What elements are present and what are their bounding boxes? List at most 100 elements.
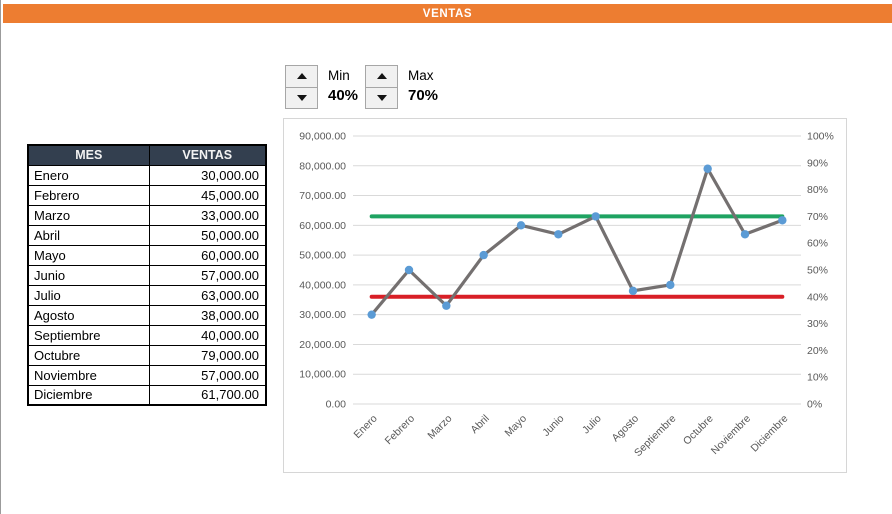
data-point-marker [479, 250, 488, 260]
data-point-marker [404, 265, 414, 275]
data-point-marker [703, 164, 712, 173]
right-axis-tick-label: 50% [807, 265, 828, 277]
left-axis-tick-label: 50,000.00 [299, 250, 346, 262]
sales-value-cell[interactable]: 63,000.00 [148, 284, 267, 306]
data-point-marker [740, 230, 750, 239]
table-row: Agosto 38,000.00 [27, 304, 267, 326]
data-point-marker [666, 280, 675, 290]
table-row: Enero 30,000.00 [27, 164, 267, 186]
right-axis-tick-label: 10% [807, 372, 828, 384]
table-row: Octubre 79,000.00 [27, 344, 267, 366]
month-cell[interactable]: Febrero [27, 184, 150, 206]
sales-chart[interactable]: 0.00 10,000.00 20,000.00 30,000.00 40,000.00… [283, 118, 847, 473]
month-cell[interactable]: Septiembre [27, 324, 150, 346]
down-arrow-icon [296, 94, 307, 101]
up-arrow-icon [296, 73, 307, 80]
month-cell[interactable]: Noviembre [27, 364, 150, 386]
sales-value-cell[interactable]: 45,000.00 [148, 184, 267, 206]
data-point-marker [554, 230, 563, 239]
right-axis-tick-label: 90% [807, 157, 828, 169]
table-row: Mayo 60,000.00 [27, 244, 267, 266]
line-chart-canvas: 0.00 10,000.00 20,000.00 30,000.00 40,000.00… [299, 131, 834, 460]
left-axis-tick-label: 10,000.00 [299, 369, 346, 381]
spreadsheet-screen: VENTAS Min 40% Max 70% MES VENTAS Enero … [0, 0, 892, 514]
left-axis-tick-label: 20,000.00 [299, 339, 346, 351]
table-row: Febrero 45,000.00 [27, 184, 267, 206]
x-axis-category-label: Marzo [425, 413, 454, 442]
right-axis-tick-label: 80% [807, 184, 828, 196]
x-axis-category-label: Abril [468, 413, 491, 436]
left-axis-tick-label: 90,000.00 [299, 131, 346, 143]
month-cell[interactable]: Junio [27, 264, 150, 286]
x-axis-category-label: Junio [540, 413, 566, 439]
sales-value-cell[interactable]: 57,000.00 [148, 264, 267, 286]
min-caption: Min [328, 68, 350, 83]
min-spinner-group: Min 40% [285, 65, 358, 109]
left-axis-tick-label: 40,000.00 [299, 279, 346, 291]
page-title: VENTAS [422, 7, 473, 20]
data-point-marker [516, 221, 526, 230]
max-labels: Max 70% [408, 65, 438, 109]
max-caption: Max [408, 68, 434, 83]
min-labels: Min 40% [328, 65, 358, 109]
right-axis-tick-label: 30% [807, 318, 828, 330]
x-axis-category-label: Diciembre [749, 413, 791, 455]
right-axis-tick-label: 60% [807, 238, 828, 250]
x-axis-category-label: Mayo [502, 413, 529, 440]
up-arrow-icon [376, 73, 387, 80]
right-axis-tick-label: 70% [807, 211, 828, 223]
sales-value-cell[interactable]: 60,000.00 [148, 244, 267, 266]
sales-value-cell[interactable]: 79,000.00 [148, 344, 267, 366]
x-axis-category-label: Agosto [610, 413, 642, 445]
x-axis-category-label: Noviembre [709, 413, 753, 457]
data-point-marker [628, 286, 638, 296]
max-spinner-down-button[interactable] [365, 86, 398, 109]
month-cell[interactable]: Enero [27, 164, 150, 186]
sales-value-cell[interactable]: 33,000.00 [148, 204, 267, 226]
sales-value-cell[interactable]: 50,000.00 [148, 224, 267, 246]
table-header-row: MES VENTAS [27, 144, 267, 166]
max-spinner-up-button[interactable] [365, 65, 398, 87]
month-column-header[interactable]: MES [27, 144, 150, 166]
table-row: Diciembre 61,700.00 [27, 384, 267, 406]
month-cell[interactable]: Mayo [27, 244, 150, 266]
sales-value-cell[interactable]: 38,000.00 [148, 304, 267, 326]
table-row: Julio 63,000.00 [27, 284, 267, 306]
data-point-marker [591, 212, 600, 221]
left-axis-tick-label: 60,000.00 [299, 220, 346, 232]
min-spinner-down-button[interactable] [285, 86, 318, 109]
sales-value-cell[interactable]: 61,700.00 [148, 384, 267, 406]
sales-column-header[interactable]: VENTAS [148, 144, 267, 166]
sales-value-cell[interactable]: 40,000.00 [148, 324, 267, 346]
min-value: 40% [328, 87, 359, 104]
min-spinner [285, 65, 318, 109]
min-spinner-up-button[interactable] [285, 65, 318, 87]
right-axis-tick-label: 40% [807, 291, 828, 303]
max-spinner-group: Max 70% [365, 65, 438, 109]
table-row: Septiembre 40,000.00 [27, 324, 267, 346]
left-axis-tick-label: 80,000.00 [299, 160, 346, 172]
x-axis-category-label: Febrero [383, 413, 418, 448]
x-axis-category-label: Enero [351, 413, 379, 441]
max-spinner [365, 65, 398, 109]
down-arrow-icon [376, 94, 387, 101]
month-cell[interactable]: Marzo [27, 204, 150, 226]
month-cell[interactable]: Julio [27, 284, 150, 306]
table-row: Junio 57,000.00 [27, 264, 267, 286]
sales-value-cell[interactable]: 57,000.00 [148, 364, 267, 386]
max-value: 70% [408, 87, 439, 104]
table-row: Abril 50,000.00 [27, 224, 267, 246]
sales-series-line [370, 167, 784, 317]
right-axis-tick-label: 0% [807, 399, 822, 411]
month-cell[interactable]: Abril [27, 224, 150, 246]
x-axis-category-label: Octubre [681, 413, 716, 448]
table-row: Noviembre 57,000.00 [27, 364, 267, 386]
x-axis-category-label: Julio [580, 413, 604, 437]
sales-value-cell[interactable]: 30,000.00 [148, 164, 267, 186]
data-point-marker [778, 216, 787, 225]
right-axis-tick-label: 20% [807, 345, 828, 357]
month-cell[interactable]: Agosto [27, 304, 150, 326]
month-cell[interactable]: Diciembre [27, 384, 150, 406]
left-axis-tick-label: 30,000.00 [299, 309, 346, 321]
month-cell[interactable]: Octubre [27, 344, 150, 366]
